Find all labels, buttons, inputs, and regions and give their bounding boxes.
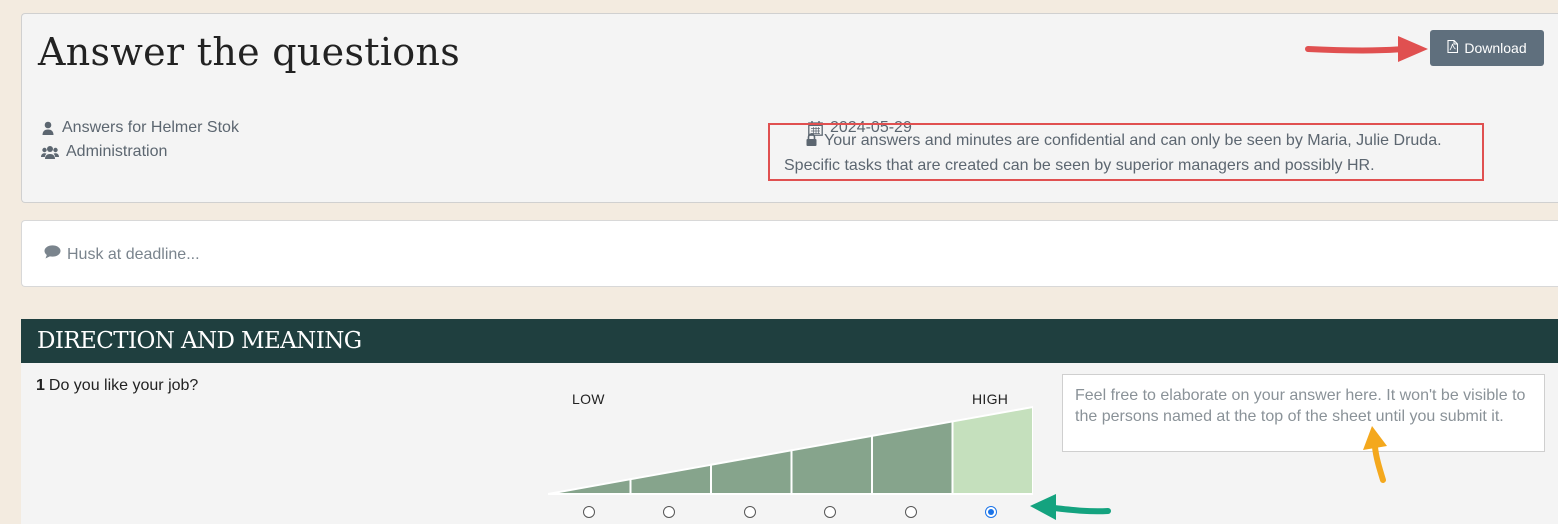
orange-annotation-arrow bbox=[1363, 426, 1387, 483]
rating-radio-4[interactable] bbox=[824, 506, 836, 518]
answers-for-row: Answers for Helmer Stok bbox=[41, 119, 239, 137]
scale-segment-1[interactable] bbox=[548, 478, 632, 495]
pdf-file-icon bbox=[1447, 39, 1459, 56]
deadline-reminder-text: Husk at deadline... bbox=[67, 245, 200, 263]
download-label: Download bbox=[1464, 40, 1527, 56]
department-text: Administration bbox=[66, 143, 168, 160]
scale-segment-4[interactable] bbox=[790, 434, 873, 495]
rating-radio-6[interactable] bbox=[985, 506, 997, 518]
rating-radio-1[interactable] bbox=[583, 506, 595, 518]
question-panel: 1 Do you like your job? LOW HIGH bbox=[21, 363, 1558, 524]
users-icon bbox=[41, 145, 59, 159]
comment-field[interactable] bbox=[1062, 374, 1545, 452]
section-header: DIRECTION AND MEANING bbox=[21, 319, 1558, 363]
download-button[interactable]: Download bbox=[1430, 30, 1544, 66]
rating-scale-graphic bbox=[548, 405, 1033, 495]
comment-icon bbox=[44, 245, 61, 264]
rating-radio-3[interactable] bbox=[744, 506, 756, 518]
lock-icon bbox=[806, 130, 817, 154]
deadline-reminder-link[interactable]: Husk at deadline... bbox=[44, 245, 200, 264]
scale-segment-3[interactable] bbox=[710, 449, 793, 495]
answers-for-text: Answers for Helmer Stok bbox=[62, 119, 239, 136]
question-text: Do you like your job? bbox=[48, 377, 199, 394]
section-title: DIRECTION AND MEANING bbox=[37, 328, 362, 354]
confidentiality-notice: Your answers and minutes are confidentia… bbox=[784, 129, 1484, 178]
green-annotation-arrow bbox=[1030, 494, 1111, 520]
confidential-line-1: Your answers and minutes are confidentia… bbox=[824, 132, 1442, 149]
reminder-panel: Husk at deadline... bbox=[21, 220, 1558, 287]
question-1: 1 Do you like your job? bbox=[36, 377, 198, 395]
user-icon bbox=[41, 121, 55, 135]
confidential-line-2: Specific tasks that are created can be s… bbox=[784, 157, 1375, 174]
scale-segment-6[interactable] bbox=[951, 405, 1034, 495]
question-number: 1 bbox=[36, 377, 45, 394]
scale-segment-5[interactable] bbox=[871, 420, 954, 495]
rating-radio-5[interactable] bbox=[905, 506, 917, 518]
rating-radio-2[interactable] bbox=[663, 506, 675, 518]
scale-segment-2[interactable] bbox=[629, 463, 712, 495]
page-title: Answer the questions bbox=[38, 30, 461, 74]
department-row: Administration bbox=[41, 143, 167, 161]
red-annotation-arrow bbox=[1305, 36, 1428, 62]
